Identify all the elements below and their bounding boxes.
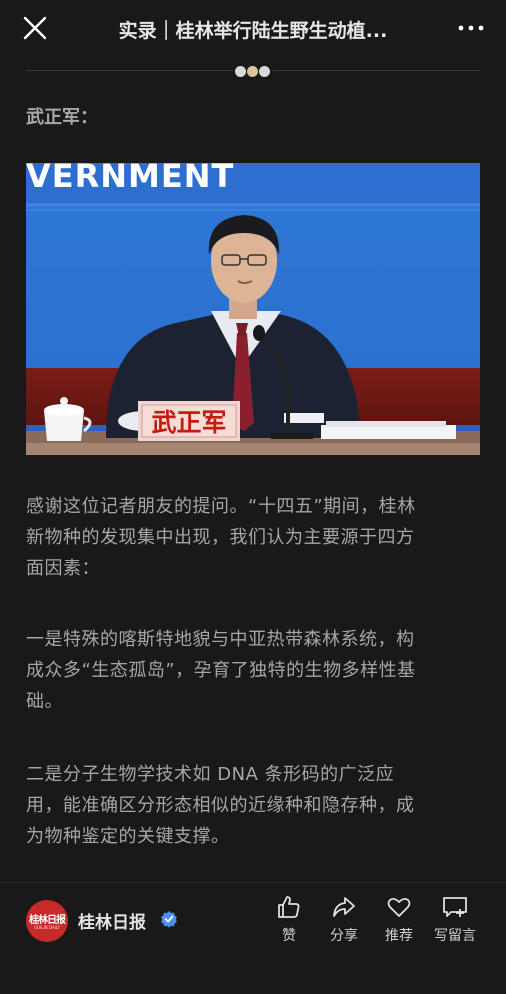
divider-dot (235, 66, 246, 77)
comment-label: 写留言 (434, 928, 476, 944)
share-label: 分享 (330, 928, 358, 944)
like-button[interactable]: 赞 (262, 893, 316, 951)
logo-subtext: GUILIN DAILY (34, 925, 60, 930)
paragraph-line: 为物种鉴定的关键支撑。 (26, 826, 230, 847)
paragraph-line: 二是分子生物学技术如 DNA 条形码的广泛应 (26, 764, 395, 785)
share-arrow-icon (333, 897, 355, 917)
photo-illustration: VERNMENT 武正军 (26, 163, 480, 455)
paragraph-line: 成众多“生态孤岛”，孕育了独特的生物多样性基 (26, 660, 416, 681)
paragraph-point-one: 一是特殊的喀斯特地貌与中亚热带森林系统，构 成众多“生态孤岛”，孕育了独特的生物… (26, 624, 482, 717)
close-button[interactable] (18, 14, 52, 44)
bottom-bar: 桂林日报 GUILIN DAILY 桂林日报 赞 分享 推荐 写留言 (0, 882, 506, 994)
divider-dots-icon (233, 64, 273, 78)
divider-dot (259, 66, 270, 77)
comment-button[interactable]: 写留言 (428, 893, 482, 951)
speaker-name: 武正军： (26, 107, 98, 128)
paragraph-line: 感谢这位记者朋友的提问。“十四五”期间，桂林 (26, 496, 416, 517)
verified-badge-icon (161, 911, 177, 928)
comment-plus-icon (443, 897, 467, 917)
recommend-label: 推荐 (385, 928, 413, 944)
paragraph-line: 新物种的发现集中出现，我们认为主要源于四方 (26, 527, 415, 548)
paragraph-line: 础。 (26, 691, 63, 712)
more-button[interactable] (454, 14, 488, 44)
backdrop-text: VERNMENT (26, 163, 234, 195)
press-conference-photo[interactable]: VERNMENT 武正军 (26, 163, 480, 455)
account-logo[interactable]: 桂林日报 GUILIN DAILY (26, 900, 68, 942)
paragraph-line: 面因素： (26, 558, 100, 579)
nameplate-text: 武正军 (151, 408, 226, 437)
paragraph-line: 一是特殊的喀斯特地貌与中亚热带森林系统，构 (26, 629, 415, 650)
heart-icon (387, 897, 411, 917)
recommend-button[interactable]: 推荐 (372, 893, 426, 951)
close-icon (23, 16, 47, 40)
top-bar: 实录｜桂林举行陆生野生动植... (0, 0, 506, 58)
paragraph-intro: 感谢这位记者朋友的提问。“十四五”期间，桂林 新物种的发现集中出现，我们认为主要… (26, 491, 482, 584)
divider-dot (247, 66, 258, 77)
paragraph-point-two: 二是分子生物学技术如 DNA 条形码的广泛应 用，能准确区分形态相似的近缘种和隐… (26, 759, 482, 852)
paragraph-line: 用，能准确区分形态相似的近缘种和隐存种，成 (26, 795, 415, 816)
logo-text: 桂林日报 (29, 915, 66, 926)
like-label: 赞 (282, 928, 296, 944)
page-title: 实录｜桂林举行陆生野生动植... (118, 20, 388, 42)
share-button[interactable]: 分享 (317, 893, 371, 951)
more-dots-icon (458, 25, 484, 31)
section-divider (26, 63, 480, 79)
thumbs-up-icon (278, 896, 300, 918)
account-name[interactable]: 桂林日报 (78, 908, 146, 933)
